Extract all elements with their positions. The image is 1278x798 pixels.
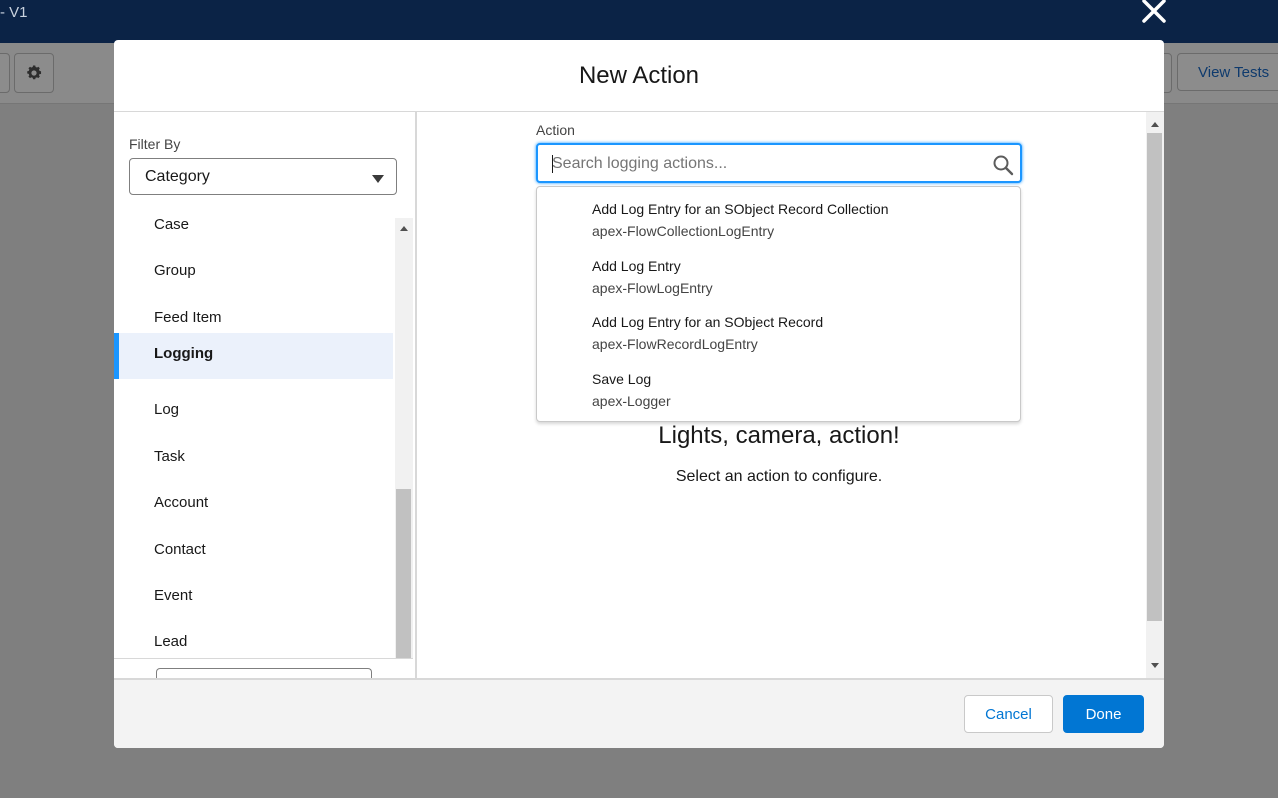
gear-icon	[14, 53, 54, 93]
action-label: Action	[536, 122, 575, 138]
action-option-title: Add Log Entry	[592, 258, 681, 274]
new-action-modal: New Action Filter By Category Case Group…	[114, 40, 1164, 748]
action-option[interactable]: Add Log Entry apex-FlowLogEntry	[537, 258, 1020, 314]
category-item[interactable]: Task	[114, 436, 393, 482]
action-option-api-name: apex-FlowLogEntry	[592, 280, 713, 296]
scroll-up-icon[interactable]	[400, 226, 408, 231]
category-item[interactable]: Event	[114, 575, 393, 621]
action-panel: Action Lights, camera, action! Select an…	[417, 112, 1164, 678]
done-button[interactable]: Done	[1063, 695, 1144, 733]
action-option[interactable]: Add Log Entry for an SObject Record apex…	[537, 314, 1020, 370]
scroll-down-icon[interactable]	[1151, 663, 1159, 668]
category-list: Case Group Feed Item Logging Log Task Ac…	[114, 218, 393, 658]
close-icon[interactable]	[1140, 0, 1168, 24]
category-item[interactable]: Case	[114, 218, 393, 250]
scrollbar-thumb[interactable]	[396, 489, 411, 658]
filter-select[interactable]: Category	[129, 158, 397, 195]
text-cursor	[552, 155, 553, 173]
action-option[interactable]: Save Log apex-Logger	[537, 371, 1020, 427]
action-option-api-name: apex-Logger	[592, 393, 671, 409]
divider	[114, 658, 413, 659]
category-item[interactable]: Log	[114, 389, 393, 435]
action-search-box[interactable]	[536, 143, 1022, 183]
modal-header: New Action	[114, 40, 1164, 112]
background-button	[0, 53, 10, 93]
action-search-input[interactable]	[552, 155, 972, 173]
action-option[interactable]: Add Log Entry for an SObject Record Coll…	[537, 201, 1020, 257]
modal-footer: Cancel Done	[114, 678, 1164, 748]
action-scrollbar[interactable]	[1146, 112, 1164, 678]
action-results-dropdown: Add Log Entry for an SObject Record Coll…	[536, 186, 1021, 422]
action-option-title: Save Log	[592, 371, 652, 387]
chevron-down-icon	[372, 175, 384, 183]
filter-label: Filter By	[129, 136, 181, 152]
category-scrollbar[interactable]	[395, 218, 413, 658]
cancel-button[interactable]: Cancel	[964, 695, 1053, 733]
category-item-selected[interactable]: Logging	[114, 333, 393, 379]
app-title: - V1	[0, 4, 28, 21]
view-tests-button: View Tests	[1177, 53, 1278, 91]
app-header: - V1	[0, 0, 1278, 43]
action-option-api-name: apex-FlowCollectionLogEntry	[592, 223, 775, 239]
action-option-title: Add Log Entry for an SObject Record	[592, 314, 824, 330]
filter-value: Category	[145, 168, 210, 185]
category-item[interactable]: Group	[114, 250, 393, 296]
category-panel: Filter By Category Case Group Feed Item …	[114, 112, 417, 689]
search-icon	[992, 154, 1014, 176]
modal-title: New Action	[578, 62, 700, 89]
empty-state-description: Select an action to configure.	[675, 468, 883, 485]
category-item[interactable]: Account	[114, 482, 393, 528]
scrollbar-thumb[interactable]	[1147, 133, 1162, 621]
category-item[interactable]: Contact	[114, 529, 393, 575]
action-option-title: Add Log Entry for an SObject Record Coll…	[592, 201, 889, 217]
scroll-up-icon[interactable]	[1151, 122, 1159, 127]
action-option-api-name: apex-FlowRecordLogEntry	[592, 336, 758, 352]
category-item[interactable]: Lead	[114, 621, 393, 658]
